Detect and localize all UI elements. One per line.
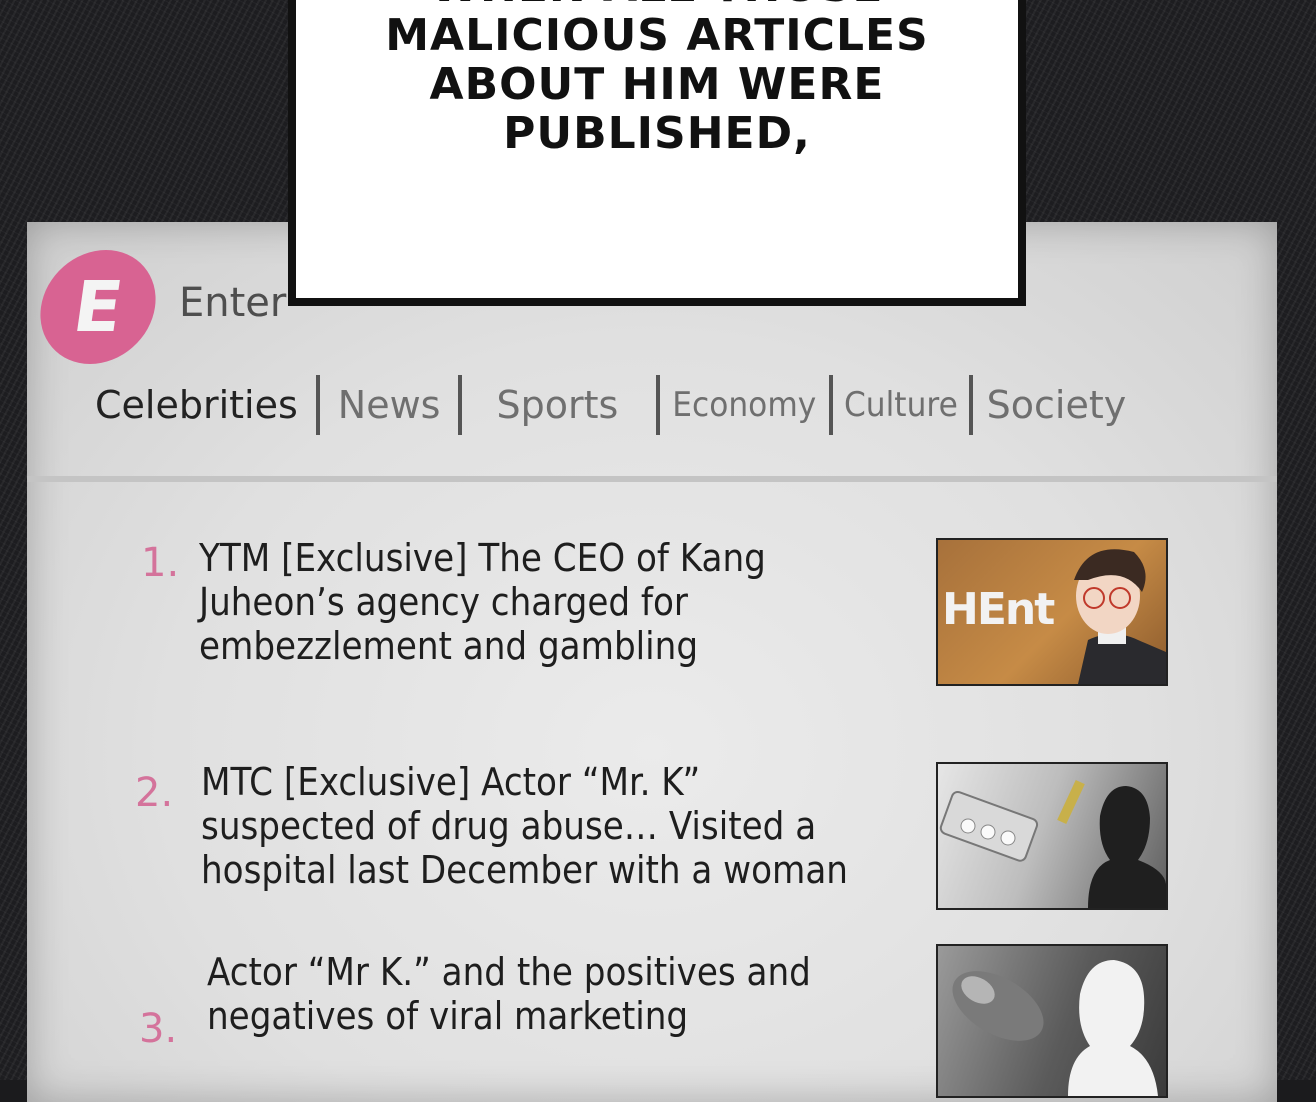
nav-item-society[interactable]: Society [973, 383, 1145, 427]
category-nav: Celebrities News Sports Economy Culture … [95, 370, 1195, 440]
article-thumbnail-1[interactable]: HEnt [936, 538, 1168, 686]
nav-item-celebrities[interactable]: Celebrities [95, 383, 316, 427]
article-title[interactable]: YTM [Exclusive] The CEO of Kang Juheon’s… [199, 536, 766, 668]
narration-caption-box: WHEN ALL THOSE MALICIOUS ARTICLES ABOUT … [288, 0, 1026, 306]
site-logo[interactable]: E [32, 250, 164, 364]
nav-item-sports[interactable]: Sports [462, 383, 656, 427]
nav-separator [656, 375, 661, 435]
site-name: Enter [179, 280, 287, 326]
article-number: 3. [139, 1006, 178, 1052]
nav-item-culture[interactable]: Culture [838, 385, 963, 425]
nav-item-economy[interactable]: Economy [667, 385, 822, 425]
pills-and-silhouette-illustration [939, 779, 1166, 908]
nav-divider [27, 476, 1277, 482]
nav-item-news[interactable]: News [320, 383, 459, 427]
nav-separator [828, 375, 833, 435]
article-thumbnail-2[interactable] [936, 762, 1168, 910]
article-thumbnail-3[interactable] [936, 944, 1168, 1098]
article-number: 1. [141, 540, 180, 586]
article-number: 2. [135, 770, 174, 816]
article-title[interactable]: MTC [Exclusive] Actor “Mr. K” suspected … [201, 760, 848, 892]
article-title[interactable]: Actor “Mr K.” and the positives and nega… [207, 950, 811, 1038]
news-site-screen: E Enter Celebrities News Sports Economy … [27, 222, 1277, 1102]
bottle-and-silhouette-illustration [952, 960, 1158, 1096]
thumbnail-company-label: HEnt [942, 584, 1055, 635]
caption-text: WHEN ALL THOSE MALICIOUS ARTICLES ABOUT … [385, 0, 929, 159]
